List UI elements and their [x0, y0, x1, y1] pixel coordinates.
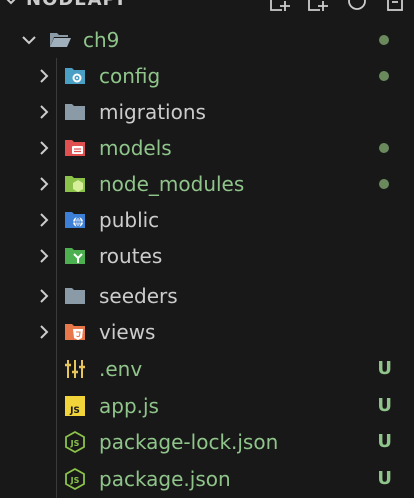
- tree-folder-public[interactable]: public: [0, 202, 414, 238]
- modified-indicator: [379, 35, 389, 45]
- tree-folder-label: views: [99, 320, 156, 344]
- chevron-right-icon[interactable]: [35, 211, 53, 229]
- public-folder-icon: [65, 212, 85, 228]
- nodejs-file-icon: JS: [65, 430, 85, 454]
- chevron-right-icon[interactable]: [35, 247, 53, 265]
- tree-folder-routes[interactable]: routes: [0, 238, 414, 274]
- tree-file-label: package.json: [99, 467, 231, 491]
- section-title: NODEAPI: [26, 0, 124, 12]
- svg-text:JS: JS: [70, 439, 80, 448]
- tree-folder-seeders[interactable]: seeders: [0, 278, 414, 314]
- git-status-untracked: U: [377, 468, 392, 489]
- tree-file-label: app.js: [99, 394, 159, 418]
- node-modules-folder-icon: [65, 176, 85, 192]
- chevron-down-icon[interactable]: [2, 0, 20, 12]
- folder-icon: [65, 288, 85, 304]
- chevron-right-icon[interactable]: [35, 67, 53, 85]
- tree-file-label: package-lock.json: [99, 430, 279, 454]
- models-folder-icon: [65, 140, 85, 156]
- chevron-right-icon[interactable]: [35, 287, 53, 305]
- tree-file-package-lock-json[interactable]: JS package-lock.json U: [0, 424, 414, 460]
- svg-text:JS: JS: [69, 406, 80, 416]
- folder-open-icon: [50, 33, 71, 47]
- tree-folder-label: migrations: [99, 100, 206, 124]
- js-file-icon: JS: [65, 396, 85, 416]
- chevron-right-icon[interactable]: [35, 323, 53, 341]
- tree-folder-config[interactable]: config: [0, 58, 414, 94]
- tree-folder-label: node_modules: [99, 172, 245, 196]
- explorer-actions: [268, 0, 408, 16]
- tree-folder-ch9[interactable]: ch9: [0, 22, 414, 58]
- git-status-untracked: U: [377, 395, 392, 416]
- tree-folder-views[interactable]: views: [0, 314, 414, 350]
- env-file-icon: [65, 360, 85, 378]
- modified-indicator: [379, 71, 389, 81]
- tree-folder-models[interactable]: models: [0, 130, 414, 166]
- collapse-all-icon[interactable]: [382, 0, 408, 16]
- svg-text:JS: JS: [70, 476, 80, 485]
- git-status-untracked: U: [377, 431, 392, 452]
- tree-file-label: .env: [99, 357, 143, 381]
- tree-folder-migrations[interactable]: migrations: [0, 94, 414, 130]
- new-folder-icon[interactable]: [306, 0, 332, 16]
- config-folder-icon: [65, 68, 85, 84]
- chevron-right-icon[interactable]: [35, 139, 53, 157]
- folder-icon: [65, 104, 85, 120]
- refresh-icon[interactable]: [344, 0, 370, 16]
- new-file-icon[interactable]: [268, 0, 294, 16]
- tree-folder-label: routes: [99, 244, 163, 268]
- tree-folder-node-modules[interactable]: node_modules: [0, 166, 414, 202]
- tree-folder-label: seeders: [99, 284, 178, 308]
- tree-file-env[interactable]: .env U: [0, 351, 414, 387]
- tree-file-package-json[interactable]: JS package.json U: [0, 461, 414, 497]
- tree-folder-label: models: [99, 136, 172, 160]
- views-folder-icon: [65, 324, 85, 340]
- tree-folder-label: ch9: [83, 28, 120, 52]
- explorer-panel: NODEAPI ch9: [0, 0, 414, 498]
- git-status-untracked: U: [377, 358, 392, 379]
- tree-folder-label: public: [99, 208, 160, 232]
- tree-file-app-js[interactable]: JS app.js U: [0, 388, 414, 424]
- tree-folder-label: config: [99, 64, 161, 88]
- chevron-down-icon[interactable]: [20, 31, 38, 49]
- chevron-right-icon[interactable]: [35, 175, 53, 193]
- nodejs-file-icon: JS: [65, 467, 85, 491]
- modified-indicator: [379, 179, 389, 189]
- chevron-right-icon[interactable]: [35, 103, 53, 121]
- modified-indicator: [379, 143, 389, 153]
- routes-folder-icon: [65, 248, 85, 264]
